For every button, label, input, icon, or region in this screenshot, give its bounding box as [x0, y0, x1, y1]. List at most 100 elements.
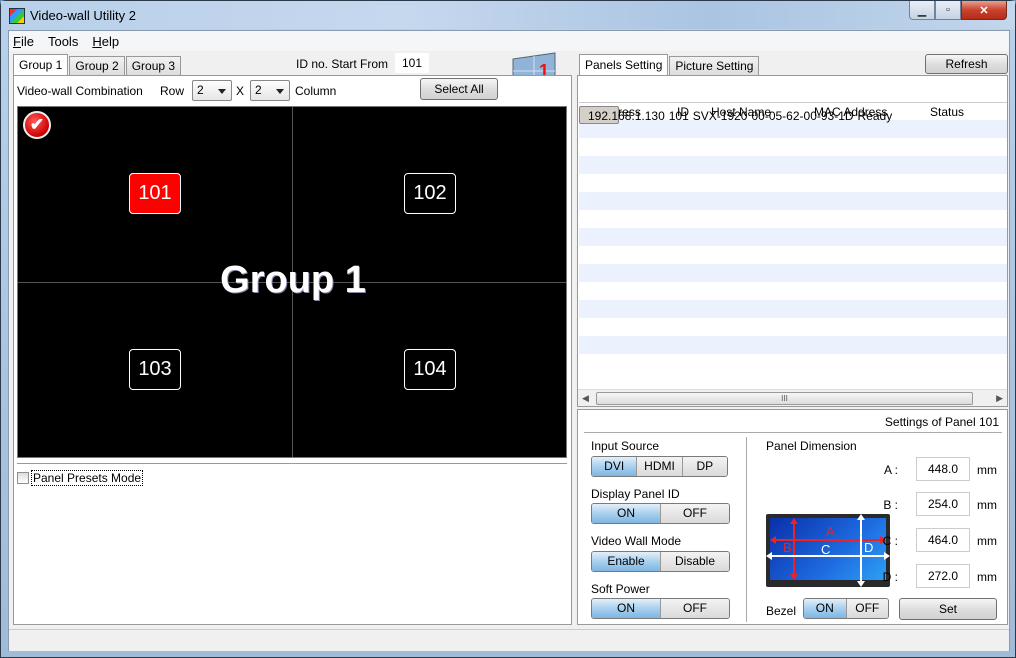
bezel-on-button[interactable]: ON: [804, 599, 846, 618]
column-select-value: 2: [255, 83, 262, 97]
panel-103[interactable]: 103: [129, 349, 181, 390]
cell-id: 101: [668, 109, 689, 123]
window-title: Video-wall Utility 2: [30, 8, 136, 23]
scroll-left-icon[interactable]: ◀: [582, 393, 589, 404]
panel-presets-label: Panel Presets Mode: [31, 470, 144, 486]
bezel-toggle: ON OFF: [803, 598, 889, 619]
display-id-on-button[interactable]: ON: [592, 504, 660, 523]
display-id-off-button[interactable]: OFF: [660, 504, 729, 523]
input-source-label: Input Source: [591, 439, 660, 453]
tab-picture-setting[interactable]: Picture Setting: [669, 56, 760, 76]
dropdown-arrow-icon: [218, 89, 226, 94]
id-start-input[interactable]: 101: [395, 53, 429, 73]
column-label: Column: [295, 84, 337, 98]
horizontal-scrollbar[interactable]: ◀ III ▶: [578, 389, 1007, 406]
checkbox-icon[interactable]: [17, 472, 29, 484]
video-wall-canvas[interactable]: ✔ 101 102 103 104 Group 1: [17, 106, 567, 458]
maximize-button[interactable]: ▫: [935, 1, 961, 20]
soft-power-off-button[interactable]: OFF: [660, 599, 729, 618]
panel-102[interactable]: 102: [404, 173, 456, 214]
panels-table: IP Address ID Host Name MAC Address Stat…: [579, 102, 1007, 354]
menu-help-label: elp: [101, 33, 120, 49]
bezel-off-button[interactable]: OFF: [845, 599, 888, 618]
panel-presets-checkbox[interactable]: Panel Presets Mode: [17, 470, 144, 486]
soft-power-on-button[interactable]: ON: [592, 599, 660, 618]
close-button[interactable]: ✕: [961, 1, 1007, 20]
combination-label: Video-wall Combination: [17, 84, 143, 98]
unit-label: mm: [977, 498, 997, 512]
minimize-icon: ▁: [917, 4, 927, 17]
tab-panels-setting[interactable]: Panels Setting: [579, 54, 669, 76]
row-select[interactable]: 2: [192, 80, 232, 101]
menu-help[interactable]: Help: [92, 34, 119, 49]
panel-dimension-diagram: A B C D: [766, 514, 890, 587]
dimension-d-input[interactable]: 272.0: [916, 564, 970, 588]
refresh-button[interactable]: Refresh: [925, 54, 1008, 74]
cell-host: SVX-1920: [692, 109, 748, 123]
input-source-toggle: DVI HDMI DP: [591, 456, 728, 477]
group-tabs: Group 1 Group 2 Group 3: [13, 54, 182, 76]
scroll-right-icon[interactable]: ▶: [996, 393, 1003, 404]
row-label: Row: [160, 84, 185, 98]
tab-group-2[interactable]: Group 2: [69, 56, 125, 76]
panel-101[interactable]: 101: [129, 173, 181, 214]
soft-power-label: Soft Power: [591, 582, 650, 596]
checkmark-icon: ✔: [23, 111, 51, 139]
empty-table-row: [579, 300, 1007, 318]
cell-mac: 00-05-62-00-93-1D: [751, 109, 854, 123]
empty-table-row: [579, 336, 1007, 354]
panel-104[interactable]: 104: [404, 349, 456, 390]
enable-button[interactable]: Enable: [592, 552, 660, 571]
empty-table-row: [579, 282, 1007, 300]
diagram-label-d: D: [864, 540, 873, 555]
column-header-status[interactable]: Status: [926, 103, 1007, 120]
soft-power-toggle: ON OFF: [591, 598, 730, 619]
video-wall-mode-toggle: Enable Disable: [591, 551, 730, 572]
menu-file[interactable]: File: [13, 34, 34, 49]
dropdown-arrow-icon: [276, 89, 284, 94]
divider: [584, 432, 1002, 433]
diagram-label-a: A: [826, 524, 835, 539]
dimension-b-input[interactable]: 254.0: [916, 492, 970, 516]
dimension-a-label: A :: [883, 463, 898, 477]
select-all-button[interactable]: Select All: [420, 78, 498, 100]
tab-group-1[interactable]: Group 1: [13, 54, 69, 76]
menu-tools[interactable]: Tools: [48, 34, 78, 49]
empty-table-row: [579, 174, 1007, 192]
panel-settings: Settings of Panel 101 Input Source DVI H…: [577, 409, 1008, 625]
tab-group-3[interactable]: Group 3: [125, 56, 182, 76]
input-hdmi-button[interactable]: HDMI: [636, 457, 682, 476]
empty-table-row: [579, 192, 1007, 210]
disable-button[interactable]: Disable: [660, 552, 729, 571]
input-dvi-button[interactable]: DVI: [592, 457, 637, 476]
bezel-label: Bezel: [766, 604, 797, 618]
display-panel-id-label: Display Panel ID: [591, 487, 680, 501]
group-name-overlay: Group 1: [220, 259, 366, 301]
cell-status: Ready: [857, 109, 893, 123]
minimize-button[interactable]: ▁: [909, 1, 935, 20]
settings-tabs: Panels Setting Picture Setting: [579, 54, 760, 76]
table-row[interactable]: 192.168.1.130 101 SVX-1920 00-05-62-00-9…: [579, 106, 892, 124]
diagram-label-b: B: [783, 540, 792, 555]
scrollbar-thumb[interactable]: III: [596, 392, 973, 405]
empty-table-row: [579, 228, 1007, 246]
close-icon: ✕: [979, 4, 989, 17]
diagram-label-c: C: [821, 542, 830, 557]
column-select[interactable]: 2: [250, 80, 290, 101]
id-start-label: ID no. Start From: [296, 57, 389, 71]
input-dp-button[interactable]: DP: [681, 457, 727, 476]
empty-table-row: [579, 156, 1007, 174]
empty-table-row: [579, 318, 1007, 336]
panel-dimension-label: Panel Dimension: [766, 439, 857, 453]
unit-label: mm: [977, 570, 997, 584]
dimension-c-input[interactable]: 464.0: [916, 528, 970, 552]
title-bar[interactable]: Video-wall Utility 2 ▁ ▫ ✕: [1, 1, 1015, 29]
unit-label: mm: [977, 463, 997, 477]
status-bar: [9, 629, 1009, 651]
divider: [746, 437, 747, 622]
row-select-value: 2: [197, 83, 204, 97]
client-area: File Tools Help Group 1 Group 2 Group 3 …: [8, 30, 1010, 651]
set-button[interactable]: Set: [899, 598, 997, 620]
dimension-a-input[interactable]: 448.0: [916, 457, 970, 481]
unit-label: mm: [977, 534, 997, 548]
